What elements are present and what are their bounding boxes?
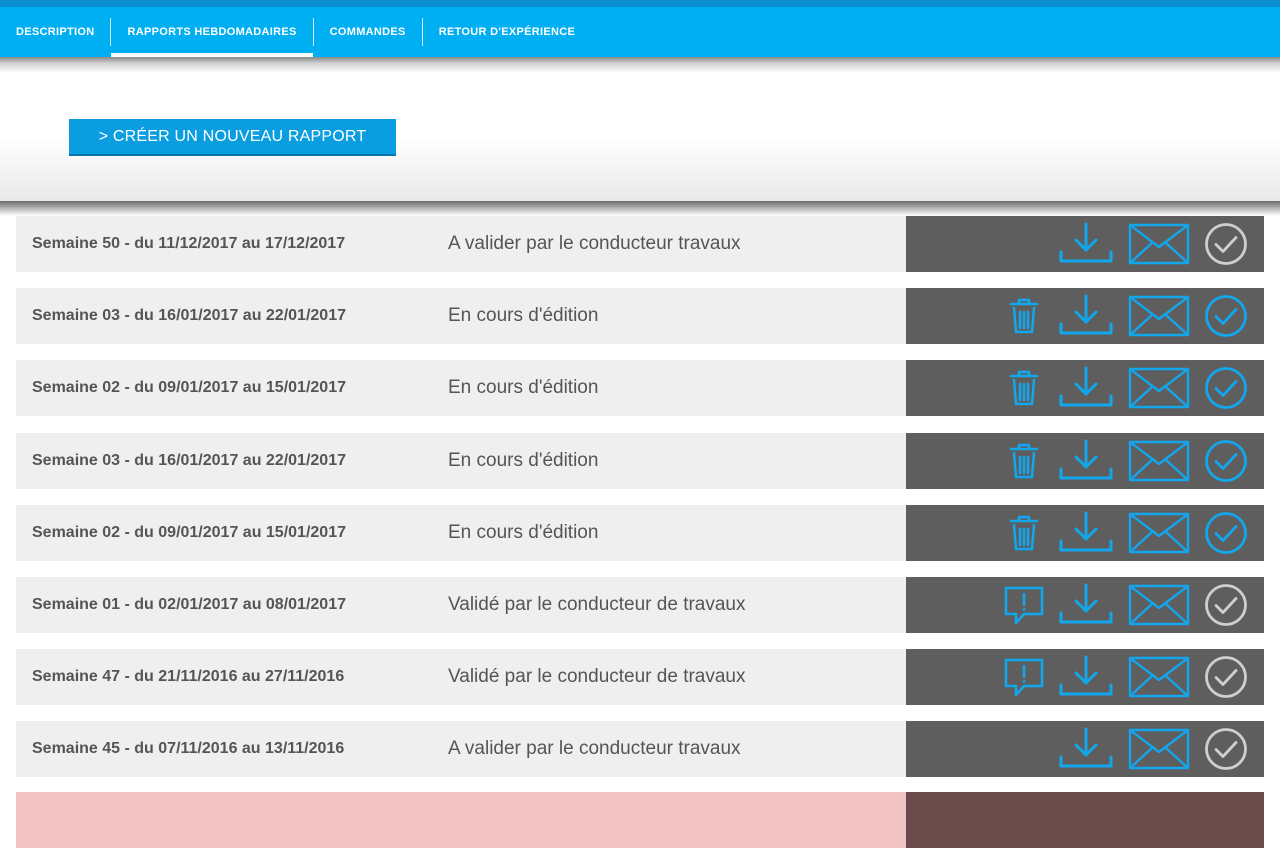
header-shadow [0, 57, 1280, 73]
report-status: En cours d'édition [448, 377, 599, 398]
report-row[interactable]: Semaine 01 - du 02/01/2017 au 08/01/2017… [16, 577, 1264, 633]
report-status: En cours d'édition [448, 450, 599, 471]
comment-alert-icon[interactable] [1002, 577, 1046, 633]
report-week: Semaine 45 - du 07/11/2016 au 13/11/2016 [32, 740, 345, 757]
report-actions [906, 360, 1264, 416]
report-actions [906, 649, 1264, 705]
report-week: Semaine 03 - du 16/01/2017 au 22/01/2017 [32, 452, 346, 469]
report-row[interactable]: Semaine 02 - du 09/01/2017 au 15/01/2017… [16, 360, 1264, 416]
tab-bar: DESCRIPTION RAPPORTS HEBDOMADAIRES COMMA… [0, 7, 1280, 57]
mail-icon[interactable] [1126, 433, 1192, 489]
report-actions [906, 433, 1264, 489]
download-icon[interactable] [1058, 216, 1114, 272]
mail-icon[interactable] [1126, 216, 1192, 272]
toolbar-shadow [0, 201, 1280, 216]
report-status: En cours d'édition [448, 305, 599, 326]
report-row-info: Semaine 02 - du 09/01/2017 au 15/01/2017… [16, 360, 906, 416]
report-row-info: Semaine 50 - du 11/12/2017 au 17/12/2017… [16, 216, 906, 272]
report-week: Semaine 01 - du 02/01/2017 au 08/01/2017 [32, 596, 346, 613]
trash-icon[interactable] [1004, 360, 1044, 416]
report-status: En cours d'édition [448, 522, 599, 543]
report-row-info: Semaine 02 - du 09/01/2017 au 15/01/2017… [16, 505, 906, 561]
validate-check-icon[interactable] [1202, 433, 1250, 489]
report-row-info: Semaine 47 - du 21/11/2016 au 27/11/2016… [16, 649, 906, 705]
tab-retour-experience[interactable]: RETOUR D'EXPÉRIENCE [423, 7, 591, 57]
report-row-partial[interactable] [16, 792, 1264, 848]
download-icon[interactable] [1058, 505, 1114, 561]
tab-description[interactable]: DESCRIPTION [0, 7, 110, 57]
report-status: A valider par le conducteur travaux [448, 738, 741, 759]
download-icon[interactable] [1058, 360, 1114, 416]
validate-check-icon[interactable] [1202, 360, 1250, 416]
check-disabled-icon[interactable] [1202, 577, 1250, 633]
mail-icon[interactable] [1126, 649, 1192, 705]
download-icon[interactable] [1058, 649, 1114, 705]
validate-check-icon[interactable] [1202, 288, 1250, 344]
download-icon[interactable] [1058, 288, 1114, 344]
report-row[interactable]: Semaine 03 - du 16/01/2017 au 22/01/2017… [16, 288, 1264, 344]
mail-icon[interactable] [1126, 360, 1192, 416]
report-actions [906, 505, 1264, 561]
create-report-button[interactable]: > CRÉER UN NOUVEAU RAPPORT [69, 119, 396, 156]
tab-commandes[interactable]: COMMANDES [314, 7, 422, 57]
report-status: A valider par le conducteur travaux [448, 233, 741, 254]
report-row-info: Semaine 03 - du 16/01/2017 au 22/01/2017… [16, 433, 906, 489]
report-status: Validé par le conducteur de travaux [448, 594, 746, 615]
mail-icon[interactable] [1126, 505, 1192, 561]
mail-icon[interactable] [1126, 577, 1192, 633]
mail-icon[interactable] [1126, 721, 1192, 777]
report-actions [906, 577, 1264, 633]
download-icon[interactable] [1058, 577, 1114, 633]
report-actions [906, 721, 1264, 777]
report-week: Semaine 47 - du 21/11/2016 au 27/11/2016 [32, 668, 345, 685]
report-row-info: Semaine 45 - du 07/11/2016 au 13/11/2016… [16, 721, 906, 777]
check-disabled-icon[interactable] [1202, 649, 1250, 705]
check-disabled-icon[interactable] [1202, 216, 1250, 272]
report-actions [906, 288, 1264, 344]
report-actions [906, 792, 1264, 848]
report-row[interactable]: Semaine 50 - du 11/12/2017 au 17/12/2017… [16, 216, 1264, 272]
report-row-info [16, 792, 906, 848]
report-row[interactable]: Semaine 03 - du 16/01/2017 au 22/01/2017… [16, 433, 1264, 489]
toolbar-area: > CRÉER UN NOUVEAU RAPPORT [0, 73, 1280, 201]
trash-icon[interactable] [1004, 433, 1044, 489]
report-week: Semaine 50 - du 11/12/2017 au 17/12/2017 [32, 235, 346, 252]
trash-icon[interactable] [1004, 505, 1044, 561]
report-row-info: Semaine 01 - du 02/01/2017 au 08/01/2017… [16, 577, 906, 633]
check-disabled-icon[interactable] [1202, 721, 1250, 777]
tab-rapports-hebdomadaires[interactable]: RAPPORTS HEBDOMADAIRES [111, 7, 313, 57]
report-week: Semaine 03 - du 16/01/2017 au 22/01/2017 [32, 307, 346, 324]
report-row-info: Semaine 03 - du 16/01/2017 au 22/01/2017… [16, 288, 906, 344]
report-week: Semaine 02 - du 09/01/2017 au 15/01/2017 [32, 379, 346, 396]
validate-check-icon[interactable] [1202, 505, 1250, 561]
report-row[interactable]: Semaine 02 - du 09/01/2017 au 15/01/2017… [16, 505, 1264, 561]
report-status: Validé par le conducteur de travaux [448, 666, 746, 687]
download-icon[interactable] [1058, 433, 1114, 489]
report-row[interactable]: Semaine 45 - du 07/11/2016 au 13/11/2016… [16, 721, 1264, 777]
top-strip [0, 0, 1280, 7]
trash-icon[interactable] [1004, 288, 1044, 344]
report-actions [906, 216, 1264, 272]
report-row[interactable]: Semaine 47 - du 21/11/2016 au 27/11/2016… [16, 649, 1264, 705]
mail-icon[interactable] [1126, 288, 1192, 344]
comment-alert-icon[interactable] [1002, 649, 1046, 705]
download-icon[interactable] [1058, 721, 1114, 777]
report-week: Semaine 02 - du 09/01/2017 au 15/01/2017 [32, 524, 346, 541]
